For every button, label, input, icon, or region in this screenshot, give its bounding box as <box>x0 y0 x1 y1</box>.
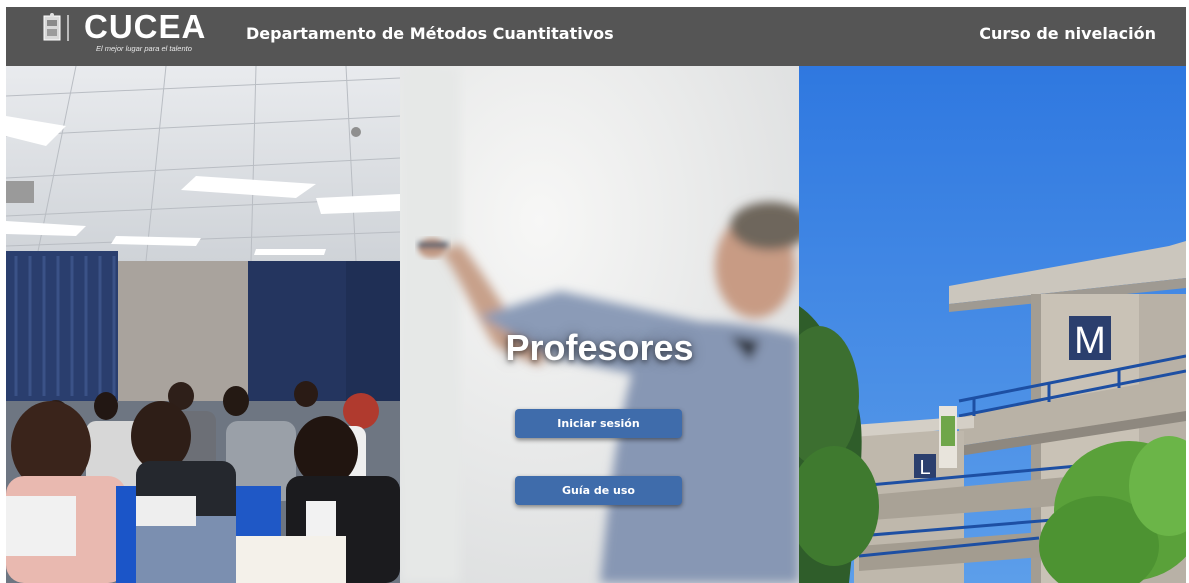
classroom-photo <box>6 66 400 583</box>
university-crest-icon <box>43 13 69 41</box>
brand-slogan: El mejor lugar para el talento <box>96 44 192 53</box>
top-header: CUCEA El mejor lugar para el talento Dep… <box>6 7 1186 66</box>
teacher-illustration <box>400 66 799 583</box>
building-m-sign: M <box>1074 320 1106 362</box>
department-title: Departamento de Métodos Cuantitativos <box>246 24 614 43</box>
campus-building-photo: M L <box>799 66 1186 583</box>
teacher-photo-panel: Profesores Iniciar sesión Guía de uso <box>400 66 799 583</box>
campus-illustration: M L <box>799 66 1186 583</box>
hero-title: Profesores <box>505 327 694 368</box>
classroom-illustration <box>6 66 400 583</box>
login-button[interactable]: Iniciar sesión <box>515 409 682 438</box>
page: CUCEA El mejor lugar para el talento Dep… <box>6 7 1186 583</box>
building-l-sign: L <box>919 457 930 479</box>
brand-logo-text[interactable]: CUCEA <box>84 9 206 45</box>
course-link[interactable]: Curso de nivelación <box>979 24 1156 43</box>
user-guide-button[interactable]: Guía de uso <box>515 476 682 505</box>
